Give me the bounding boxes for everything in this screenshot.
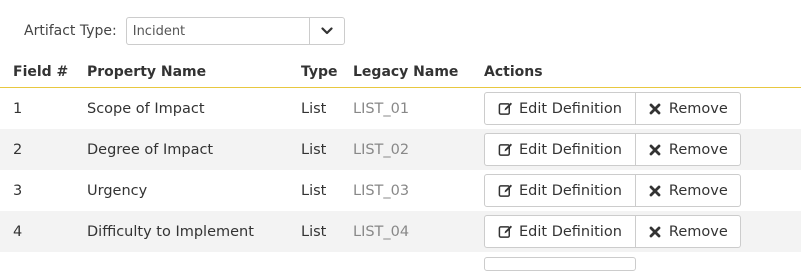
property-name: Urgency xyxy=(87,182,148,199)
table-header-row: Field # Property Name Type Legacy Name A… xyxy=(0,56,801,88)
property-type: List xyxy=(288,211,340,252)
close-icon xyxy=(648,142,663,157)
table-row: 1 Scope of Impact List LIST_01 Edit Definiti… xyxy=(0,88,801,130)
property-name: Difficulty to Implement xyxy=(74,211,288,252)
close-icon xyxy=(648,183,663,198)
remove-button[interactable]: Remove xyxy=(635,92,741,125)
artifact-type-select[interactable]: Incident xyxy=(125,17,345,45)
field-number: 2 xyxy=(0,129,74,170)
edit-definition-button[interactable]: Edit Definition xyxy=(484,92,636,125)
remove-label: Remove xyxy=(668,141,728,158)
legacy-name: LIST_01 xyxy=(353,100,410,117)
remove-button[interactable]: Remove xyxy=(635,174,741,207)
table-row: 4 Difficulty to Implement List LIST_04 Edit … xyxy=(0,211,801,252)
table-row: 3 Urgency List LIST_03 Edit Definition Remove xyxy=(0,170,801,211)
field-number: 4 xyxy=(0,211,74,252)
property-name: Degree of Impact xyxy=(74,129,288,170)
edit-definition-button[interactable]: Edit Definition xyxy=(484,174,636,207)
remove-label: Remove xyxy=(668,223,728,240)
table-row: 2 Degree of Impact List LIST_02 Edit Definit… xyxy=(0,129,801,170)
artifact-type-filter: Artifact Type: Incident xyxy=(24,16,345,46)
edit-icon xyxy=(498,183,513,198)
artifact-type-value: Incident xyxy=(132,23,186,39)
field-number: 1 xyxy=(13,100,23,117)
property-type: List xyxy=(288,129,340,170)
property-type: List xyxy=(301,182,327,199)
artifact-type-label: Artifact Type: xyxy=(24,23,117,39)
remove-button[interactable]: Remove xyxy=(635,133,741,166)
actions-cell: Edit Definition Remove xyxy=(471,88,801,130)
property-type: List xyxy=(301,100,327,117)
edit-definition-label: Edit Definition xyxy=(519,100,622,117)
remove-label: Remove xyxy=(668,100,728,117)
edit-icon xyxy=(498,101,513,116)
edit-definition-label: Edit Definition xyxy=(519,223,622,240)
header-property-name: Property Name xyxy=(74,56,288,88)
close-icon xyxy=(648,101,663,116)
header-actions: Actions xyxy=(471,56,801,88)
edit-icon xyxy=(498,142,513,157)
header-field-number: Field # xyxy=(0,56,74,88)
remove-label: Remove xyxy=(668,182,728,199)
legacy-name: LIST_03 xyxy=(353,182,410,199)
close-icon xyxy=(648,224,663,239)
edit-definition-button[interactable]: Edit Definition xyxy=(484,133,636,166)
actions-cell: Edit Definition Remove xyxy=(471,211,801,252)
header-type: Type xyxy=(288,56,340,88)
custom-properties-table: Field # Property Name Type Legacy Name A… xyxy=(0,56,801,252)
actions-cell: Edit Definition Remove xyxy=(471,170,801,211)
edit-icon xyxy=(498,224,513,239)
actions-cell: Edit Definition Remove xyxy=(471,129,801,170)
field-number: 3 xyxy=(13,182,23,199)
edit-definition-label: Edit Definition xyxy=(519,182,622,199)
edit-definition-button[interactable]: Edit Definition xyxy=(484,215,636,248)
edit-definition-label: Edit Definition xyxy=(519,141,622,158)
header-legacy-name: Legacy Name xyxy=(340,56,471,88)
remove-button[interactable]: Remove xyxy=(635,215,741,248)
property-name: Scope of Impact xyxy=(87,100,205,117)
legacy-name: LIST_02 xyxy=(340,129,471,170)
chevron-down-icon xyxy=(321,27,333,35)
edit-definition-button-partial[interactable] xyxy=(484,257,636,271)
dropdown-button[interactable] xyxy=(308,18,344,44)
legacy-name: LIST_04 xyxy=(340,211,471,252)
